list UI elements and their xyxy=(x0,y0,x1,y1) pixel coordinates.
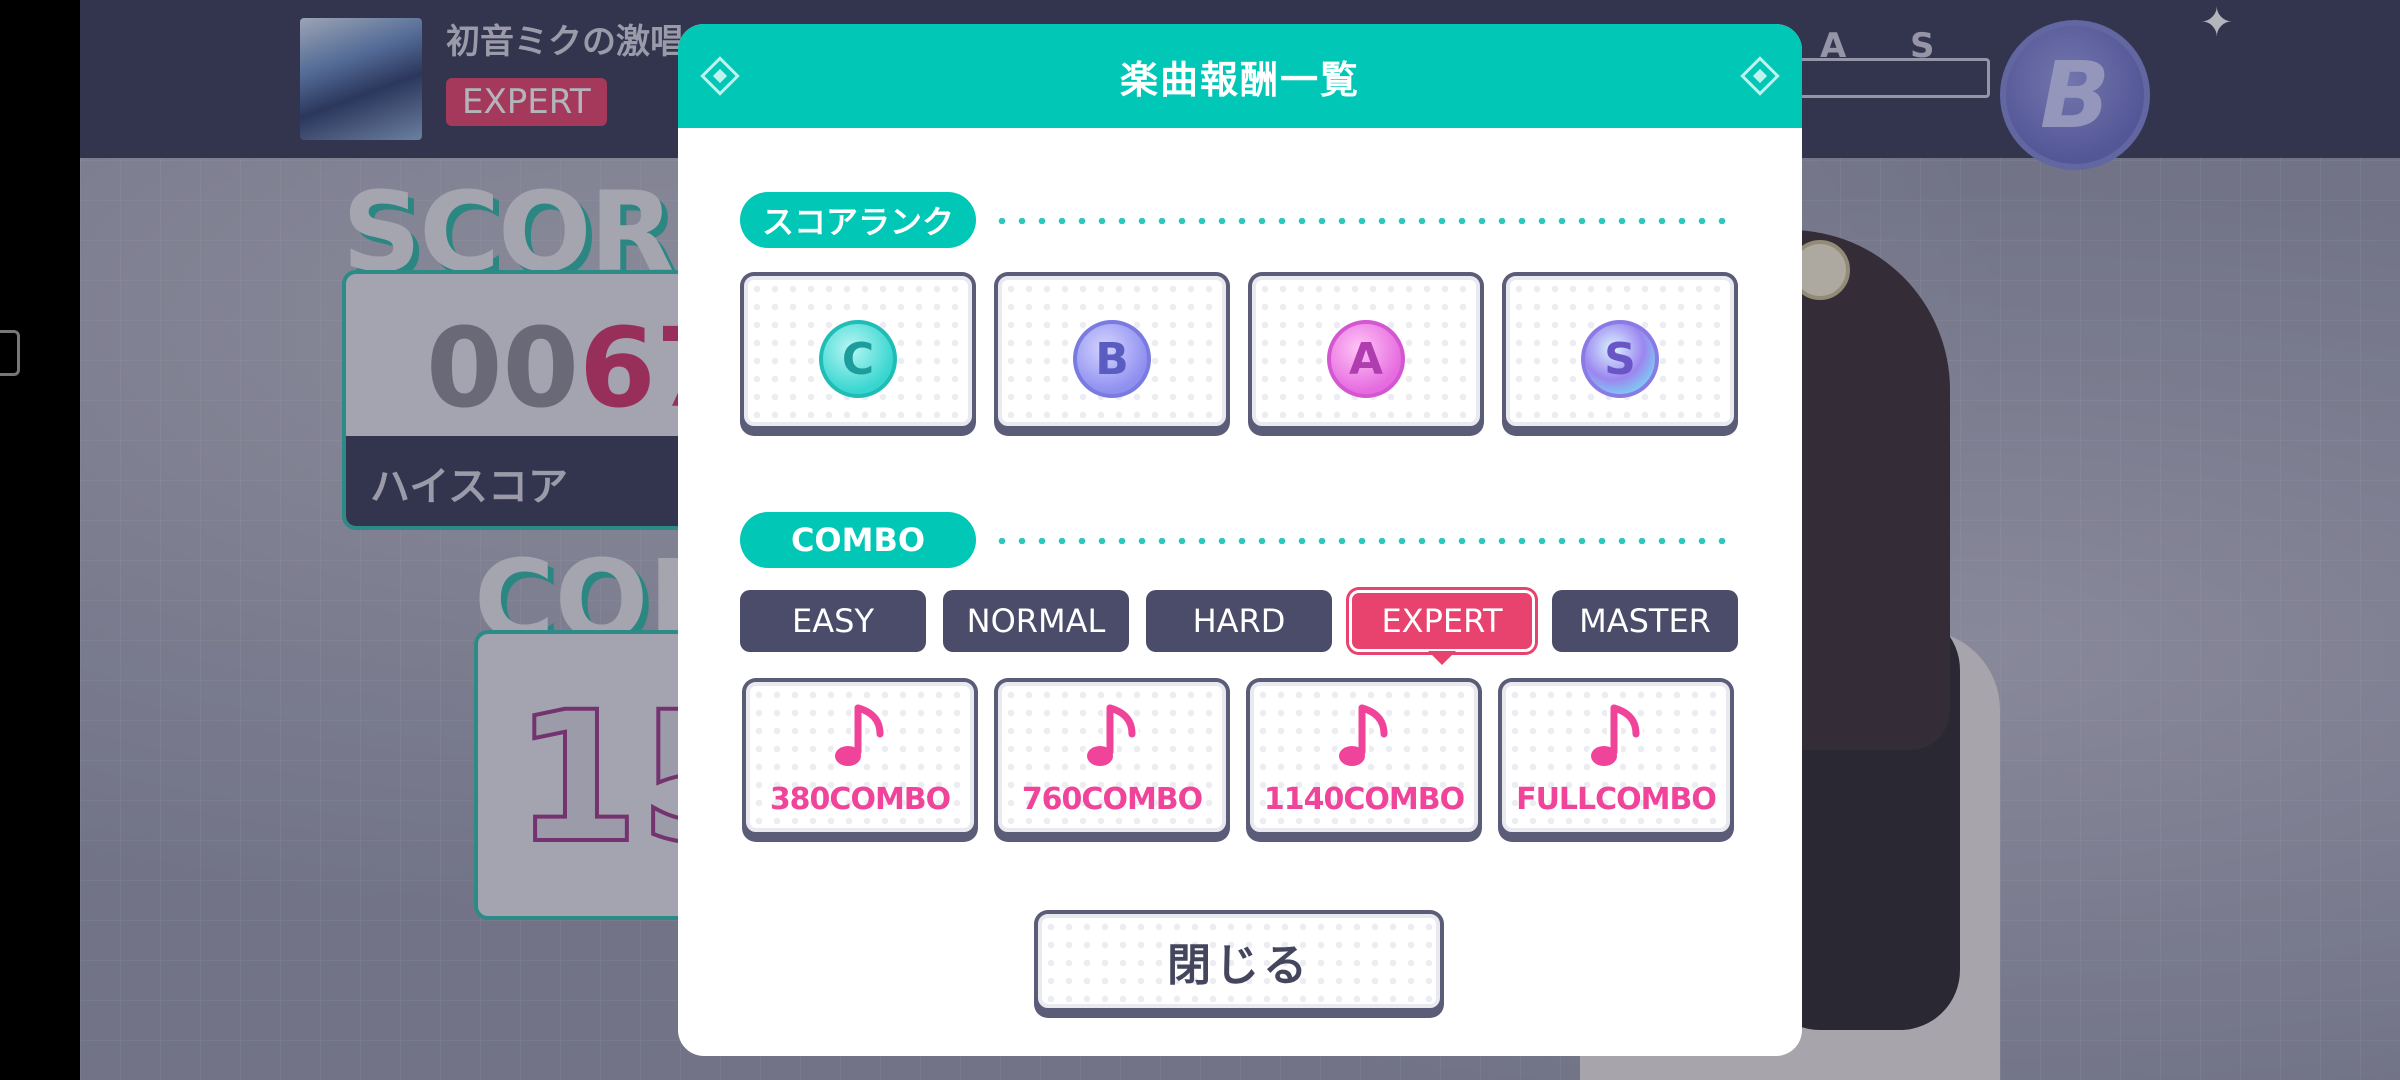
rank-c-medal-icon: C xyxy=(819,320,897,398)
music-note-icon xyxy=(1587,702,1643,770)
reward-card-face: 380COMBO xyxy=(746,682,974,832)
reward-card-face: B xyxy=(998,276,1226,426)
dialog-title: 楽曲報酬一覧 xyxy=(1119,57,1360,102)
tab-master[interactable]: MASTER xyxy=(1552,590,1738,652)
score-rank-reward-a[interactable]: A xyxy=(1248,272,1484,436)
combo-reward-fullcombo[interactable]: FULLCOMBO xyxy=(1498,678,1734,842)
rank-s-medal-icon: S xyxy=(1581,320,1659,398)
combo-reward-760[interactable]: 760COMBO xyxy=(994,678,1230,842)
music-note-icon xyxy=(1083,702,1139,770)
combo-reward-label: 760COMBO xyxy=(1021,782,1203,817)
tab-normal[interactable]: NORMAL xyxy=(943,590,1129,652)
song-rewards-dialog: 楽曲報酬一覧 スコアランク C B A S COMBO EASY NORMAL … xyxy=(678,24,1802,1056)
reward-card-face: 760COMBO xyxy=(998,682,1226,832)
tab-expert[interactable]: EXPERT xyxy=(1349,590,1535,665)
section-divider xyxy=(992,538,1736,544)
combo-section-label: COMBO xyxy=(740,512,976,568)
music-note-icon xyxy=(1335,702,1391,770)
rank-a-medal-icon: A xyxy=(1327,320,1405,398)
score-rank-reward-c[interactable]: C xyxy=(740,272,976,436)
reward-card-face: FULLCOMBO xyxy=(1502,682,1730,832)
close-button[interactable]: 閉じる xyxy=(1034,910,1444,1018)
combo-reward-380[interactable]: 380COMBO xyxy=(742,678,978,842)
reward-card-face: C xyxy=(744,276,972,426)
rank-b-medal-icon: B xyxy=(1073,320,1151,398)
tab-easy[interactable]: EASY xyxy=(740,590,926,652)
score-rank-reward-b[interactable]: B xyxy=(994,272,1230,436)
combo-reward-label: 1140COMBO xyxy=(1263,782,1465,817)
score-rank-reward-s[interactable]: S xyxy=(1502,272,1738,436)
reward-card-face: 1140COMBO xyxy=(1250,682,1478,832)
diamond-ornament-icon xyxy=(700,56,740,96)
diamond-ornament-icon xyxy=(1740,56,1780,96)
reward-card-face: A xyxy=(1252,276,1480,426)
score-rank-section-label: スコアランク xyxy=(740,192,976,248)
section-divider xyxy=(992,218,1736,224)
reward-card-face: S xyxy=(1506,276,1734,426)
music-note-icon xyxy=(831,702,887,770)
side-frame-icon xyxy=(0,330,20,376)
combo-reward-label: 380COMBO xyxy=(769,782,951,817)
dialog-header: 楽曲報酬一覧 xyxy=(678,24,1802,128)
close-button-label: 閉じる xyxy=(1038,914,1440,1008)
combo-reward-label: FULLCOMBO xyxy=(1516,782,1717,817)
combo-reward-1140[interactable]: 1140COMBO xyxy=(1246,678,1482,842)
tab-hard[interactable]: HARD xyxy=(1146,590,1332,652)
